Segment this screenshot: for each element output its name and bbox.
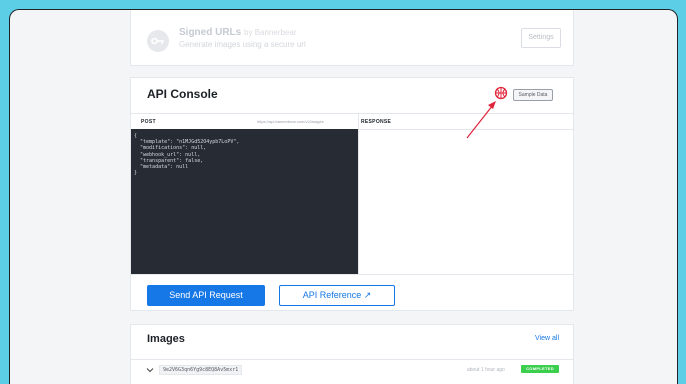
annotation-arrow (466, 101, 496, 139)
app-window: Signed URLs by Bannerbear Generate image… (9, 9, 678, 384)
